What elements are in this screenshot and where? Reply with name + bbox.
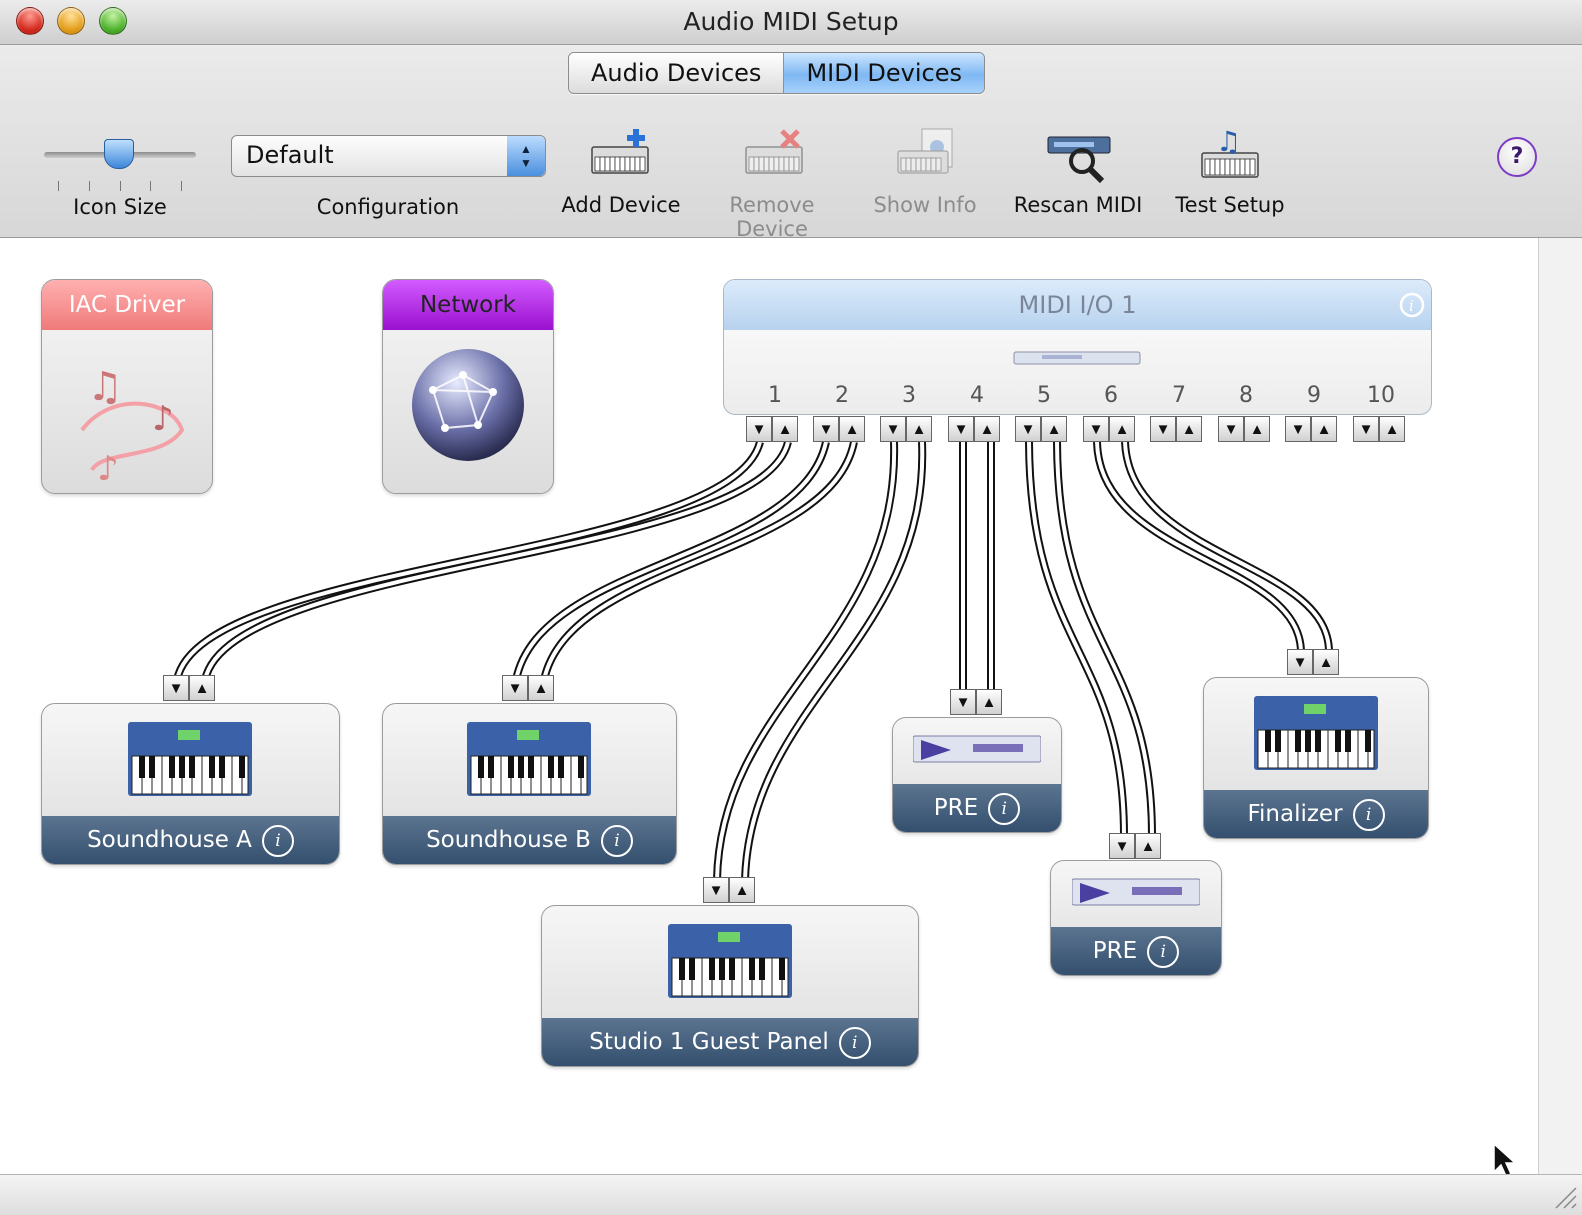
soundhouse-b-port[interactable]: ▼ ▲ [502, 675, 554, 701]
port-number-8: 8 [1239, 383, 1253, 408]
midi-io-port-6[interactable]: ▼ ▲ [1083, 416, 1135, 442]
svg-text:♪: ♪ [97, 449, 119, 489]
soundhouse-a-port[interactable]: ▼ ▲ [163, 675, 215, 701]
soundhouse-b-device[interactable]: Soundhouse B i [382, 703, 677, 865]
keyboard-icon [128, 722, 252, 796]
info-icon[interactable]: i [988, 792, 1021, 825]
port-number-10: 10 [1367, 383, 1395, 408]
keyboard-icon [668, 924, 792, 998]
music-notes-icon: ♫ ♪ ♪ [80, 364, 185, 489]
port-number-6: 6 [1104, 383, 1118, 408]
globe-icon [412, 349, 524, 461]
midi-io-port-10[interactable]: ▼ ▲ [1353, 416, 1405, 442]
svg-text:i: i [1409, 297, 1414, 315]
svg-text:♪: ♪ [152, 399, 174, 439]
midi-io-name: MIDI I/O 1 [724, 280, 1431, 330]
pre-2-name: PRE [1092, 938, 1138, 964]
info-icon[interactable]: i [838, 1026, 871, 1059]
midi-io-port-7[interactable]: ▼ ▲ [1150, 416, 1202, 442]
pre-1-name: PRE [933, 795, 979, 821]
iac-driver-device[interactable]: IAC Driver ♫ ♪ ♪ [41, 279, 213, 494]
rack-unit-icon [1072, 878, 1200, 906]
midi-io-port-8[interactable]: ▼ ▲ [1218, 416, 1270, 442]
resize-grip-icon[interactable] [1548, 1180, 1578, 1210]
soundhouse-b-name: Soundhouse B [426, 827, 591, 853]
port-number-2: 2 [835, 383, 849, 408]
rack-unit-icon [1013, 351, 1141, 365]
soundhouse-a-footer: Soundhouse A i [42, 816, 339, 864]
pre-2-device[interactable]: PRE i [1050, 860, 1222, 976]
info-icon[interactable]: i [1352, 798, 1385, 831]
info-icon[interactable]: i [1147, 935, 1180, 968]
port-number-1: 1 [768, 383, 782, 408]
studio-panel-name: Studio 1 Guest Panel [589, 1029, 829, 1055]
midi-io-port-9[interactable]: ▼ ▲ [1285, 416, 1337, 442]
pre-2-footer: PRE i [1051, 927, 1221, 975]
pre-2-port[interactable]: ▼ ▲ [1109, 833, 1161, 859]
midi-io-port-1[interactable]: ▼ ▲ [746, 416, 798, 442]
info-icon[interactable]: i [600, 824, 633, 857]
iac-driver-name: IAC Driver [42, 280, 212, 330]
port-number-9: 9 [1307, 383, 1321, 408]
port-number-5: 5 [1037, 383, 1051, 408]
port-number-3: 3 [902, 383, 916, 408]
soundhouse-a-device[interactable]: Soundhouse A i [41, 703, 340, 865]
finalizer-device[interactable]: Finalizer i [1203, 677, 1429, 839]
rack-unit-icon [913, 735, 1041, 763]
midi-io-port-2[interactable]: ▼ ▲ [813, 416, 865, 442]
finalizer-port[interactable]: ▼ ▲ [1287, 649, 1339, 675]
network-name: Network [383, 280, 553, 330]
midi-io-device[interactable]: MIDI I/O 1 i 1 2 3 4 5 6 7 8 9 10 [723, 279, 1432, 415]
pre-1-device[interactable]: PRE i [892, 717, 1062, 833]
info-icon[interactable]: i [1399, 292, 1425, 318]
midi-io-port-3[interactable]: ▼ ▲ [880, 416, 932, 442]
info-icon[interactable]: i [261, 824, 294, 857]
finalizer-name: Finalizer [1247, 801, 1343, 827]
keyboard-icon [1254, 696, 1378, 770]
pre-1-port[interactable]: ▼ ▲ [950, 689, 1002, 715]
studio-panel-footer: Studio 1 Guest Panel i [542, 1018, 918, 1066]
studio-panel-device[interactable]: Studio 1 Guest Panel i [541, 905, 919, 1067]
port-number-7: 7 [1172, 383, 1186, 408]
finalizer-footer: Finalizer i [1204, 790, 1428, 838]
window-bottom-bar [0, 1174, 1582, 1215]
keyboard-icon [467, 722, 591, 796]
midi-io-port-4[interactable]: ▼ ▲ [948, 416, 1000, 442]
network-device[interactable]: Network [382, 279, 554, 494]
soundhouse-b-footer: Soundhouse B i [383, 816, 676, 864]
soundhouse-a-name: Soundhouse A [87, 827, 252, 853]
studio-panel-port[interactable]: ▼ ▲ [703, 877, 755, 903]
svg-text:♫: ♫ [87, 364, 123, 410]
pre-1-footer: PRE i [893, 784, 1061, 832]
midi-io-port-5[interactable]: ▼ ▲ [1015, 416, 1067, 442]
port-number-4: 4 [970, 383, 984, 408]
